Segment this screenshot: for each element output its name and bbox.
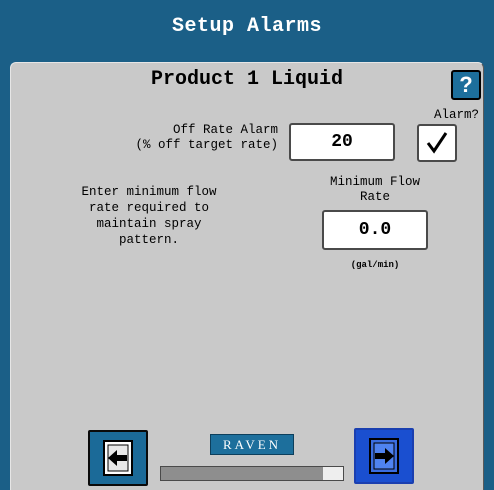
min-flow-input[interactable]: 0.0 <box>322 210 428 250</box>
min-flow-unit: (gal/min) <box>350 260 400 270</box>
off-rate-input[interactable]: 20 <box>289 123 395 161</box>
off-rate-label-line2: (% off target rate) <box>135 138 278 152</box>
checkmark-icon <box>426 132 448 154</box>
back-page-icon <box>103 440 133 476</box>
min-flow-description-line: rate required to <box>88 201 210 215</box>
help-icon: ? <box>459 72 473 97</box>
back-button[interactable] <box>88 430 148 486</box>
window-title: Setup Alarms <box>0 0 494 52</box>
off-rate-label: Off Rate Alarm (% off target rate) <box>40 123 278 153</box>
min-flow-label-line2: Rate <box>359 190 390 204</box>
progress-bar-fill <box>161 467 323 480</box>
progress-bar <box>160 466 344 481</box>
next-button[interactable] <box>354 428 414 484</box>
alarm-label: Alarm? <box>433 108 479 122</box>
min-flow-description-line: pattern. <box>118 233 179 247</box>
next-page-icon <box>369 438 399 474</box>
product-title: Product 1 Liquid <box>150 68 344 91</box>
min-flow-label: Minimum Flow Rate <box>290 175 460 205</box>
min-flow-description: Enter minimum flow rate required to main… <box>24 184 274 248</box>
help-button[interactable]: ? <box>451 70 481 100</box>
alarm-checkbox[interactable] <box>417 124 457 162</box>
min-flow-label-line1: Minimum Flow <box>329 175 420 189</box>
min-flow-description-line: maintain spray <box>96 217 202 231</box>
min-flow-description-line: Enter minimum flow <box>81 185 217 199</box>
raven-logo: RAVEN <box>210 434 294 455</box>
off-rate-label-line1: Off Rate Alarm <box>172 123 278 137</box>
